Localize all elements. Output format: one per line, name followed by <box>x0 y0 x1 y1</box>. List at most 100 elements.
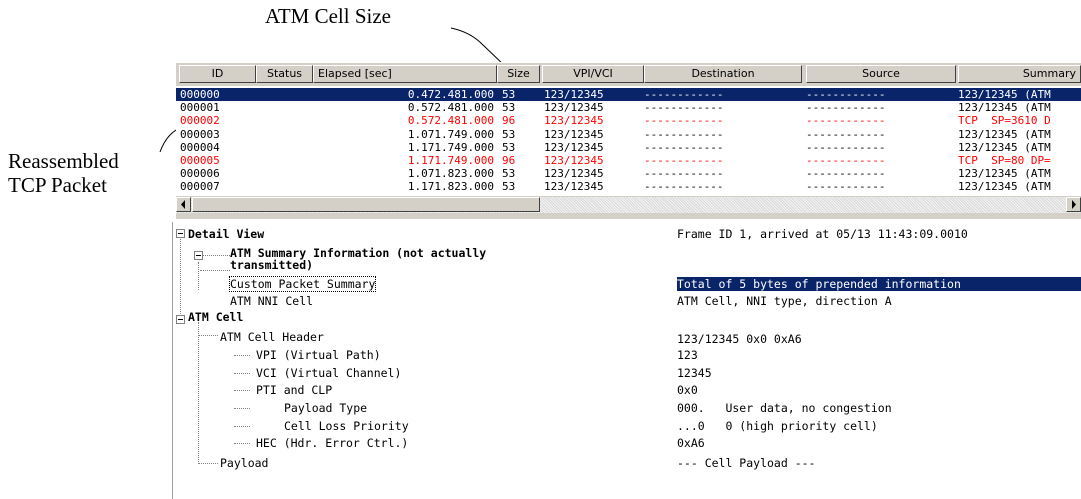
scroll-left-button[interactable] <box>176 197 191 212</box>
cell-dest: ------------ <box>644 140 724 154</box>
horizontal-scrollbar[interactable] <box>176 196 1081 214</box>
cell-vpivci: 123/12345 <box>544 167 604 181</box>
cell-summary: 123/12345 (ATM <box>958 88 1051 101</box>
cell-id: 000000 <box>180 88 220 101</box>
cell-vpivci: 123/12345 <box>544 88 604 101</box>
column-header-size[interactable]: Size <box>497 65 540 83</box>
cell-summary: TCP SP=80 DP= <box>958 154 1051 167</box>
arrow-left-icon <box>181 200 185 209</box>
cell-src: ------------ <box>806 180 886 194</box>
column-header-elapsed[interactable]: Elapsed [sec] <box>313 65 497 83</box>
table-row[interactable]: 000001 0.572.481.000 53 123/12345 ----------… <box>176 101 1081 114</box>
cell-dest: ------------ <box>644 167 724 181</box>
cell-elapsed: 1.071.749.000 <box>407 127 494 141</box>
cell-src: ------------ <box>806 88 886 101</box>
cell-loss-priority-value: ...0 0 (high priority cell) <box>677 419 878 433</box>
cell-id: 000004 <box>180 140 220 154</box>
column-header-destination[interactable]: Destination <box>644 65 802 83</box>
vpi-value: 123 <box>677 348 698 362</box>
column-header-summary[interactable]: Summary <box>958 65 1081 83</box>
cell-size: 53 <box>502 88 516 101</box>
column-header-id[interactable]: ID <box>179 65 256 83</box>
cell-vpivci: 123/12345 <box>544 180 604 194</box>
column-header-row: ID Status Elapsed [sec] Size VPI/VCI Des… <box>176 62 1081 86</box>
cell-id: 000001 <box>180 101 220 115</box>
payload-type-value: 000. User data, no congestion <box>677 401 892 415</box>
tree-item-atm-nni-cell[interactable]: ATM NNI Cell <box>230 294 313 308</box>
cell-size: 53 <box>502 180 516 194</box>
cell-elapsed: 1.171.749.000 <box>407 154 494 167</box>
table-row[interactable]: 000003 1.071.749.000 53 123/12345 ----------… <box>176 128 1081 141</box>
detail-view-value: Frame ID 1, arrived at 05/13 11:43:09.00… <box>677 227 968 241</box>
cell-dest: ------------ <box>644 180 724 194</box>
cell-id: 000002 <box>180 114 220 128</box>
tree-item-detail-view[interactable]: Detail View <box>188 227 264 241</box>
collapse-atm-summary-icon[interactable] <box>194 251 203 260</box>
collapse-atm-cell-icon[interactable] <box>176 315 185 324</box>
cell-dest: ------------ <box>644 127 724 141</box>
atm-cell-header-value: 123/12345 0x0 0xA6 <box>677 332 802 346</box>
scroll-thumb[interactable] <box>192 197 540 212</box>
cell-dest: ------------ <box>644 114 724 128</box>
tree-item-cell-loss-priority[interactable]: Cell Loss Priority <box>284 419 409 433</box>
tree-item-atm-cell[interactable]: ATM Cell <box>188 310 243 324</box>
cell-src: ------------ <box>806 127 886 141</box>
cell-src: ------------ <box>806 154 886 167</box>
cell-vpivci: 123/12345 <box>544 127 604 141</box>
cell-elapsed: 1.171.749.000 <box>407 140 494 154</box>
detail-view-tree: Detail View ATM Summary Information (not… <box>172 222 1081 499</box>
arrow-right-icon <box>1072 200 1076 209</box>
column-header-vpivci[interactable]: VPI/VCI <box>542 65 644 83</box>
cell-dest: ------------ <box>644 88 724 101</box>
custom-summary-value: Total of 5 bytes of prepended informatio… <box>677 277 1081 291</box>
cell-src: ------------ <box>806 167 886 181</box>
cell-size: 53 <box>502 167 516 181</box>
cell-summary: TCP SP=3610 D <box>958 114 1051 128</box>
column-header-source[interactable]: Source <box>806 65 956 83</box>
payload-value: --- Cell Payload --- <box>677 456 816 470</box>
cell-size: 53 <box>502 140 516 154</box>
tree-item-atm-cell-header[interactable]: ATM Cell Header <box>220 330 324 344</box>
table-row[interactable]: 000004 1.171.749.000 53 123/12345 ----------… <box>176 141 1081 154</box>
pane-splitter[interactable] <box>176 213 1081 219</box>
tree-item-atm-summary-cont: transmitted) <box>230 258 314 272</box>
cell-summary: 123/12345 (ATM <box>958 167 1051 181</box>
tree-item-custom-packet-summary[interactable]: Custom Packet Summary <box>228 276 377 292</box>
cell-elapsed: 1.071.823.000 <box>407 167 494 181</box>
cell-id: 000003 <box>180 127 220 141</box>
cell-elapsed: 0.472.481.000 <box>407 88 494 101</box>
table-row[interactable]: 000007 1.171.823.000 53 123/12345 ----------… <box>176 180 1081 193</box>
cell-id: 000007 <box>180 180 220 194</box>
tree-item-vpi[interactable]: VPI (Virtual Path) <box>256 348 381 362</box>
cell-elapsed: 0.572.481.000 <box>407 114 494 128</box>
table-row[interactable]: 000002 0.572.481.000 96 123/12345 ----------… <box>176 114 1081 127</box>
cell-summary: 123/12345 (ATM <box>958 127 1051 141</box>
tree-item-hec[interactable]: HEC (Hdr. Error Ctrl.) <box>256 436 408 450</box>
cell-id: 000005 <box>180 154 220 167</box>
cell-size: 53 <box>502 101 516 115</box>
scroll-right-button[interactable] <box>1066 197 1081 212</box>
tree-item-payload[interactable]: Payload <box>220 456 268 470</box>
cell-summary: 123/12345 (ATM <box>958 140 1051 154</box>
cell-id: 000006 <box>180 167 220 181</box>
vci-value: 12345 <box>677 366 712 380</box>
cell-src: ------------ <box>806 101 886 115</box>
column-header-status[interactable]: Status <box>256 65 313 83</box>
cell-elapsed: 0.572.481.000 <box>407 101 494 115</box>
frame-rows: 000000 0.472.481.000 53 123/12345 ----------… <box>176 88 1081 203</box>
tree-item-pti-clp[interactable]: PTI and CLP <box>256 383 332 397</box>
cell-vpivci: 123/12345 <box>544 101 604 115</box>
table-row[interactable]: 000005 1.171.749.000 96 123/12345 ----------… <box>176 154 1081 167</box>
cell-src: ------------ <box>806 140 886 154</box>
cell-elapsed: 1.171.823.000 <box>407 180 494 194</box>
cell-dest: ------------ <box>644 154 724 167</box>
cell-vpivci: 123/12345 <box>544 140 604 154</box>
tree-item-payload-type[interactable]: Payload Type <box>284 401 367 415</box>
collapse-detail-view-icon[interactable] <box>176 229 185 238</box>
tree-item-vci[interactable]: VCI (Virtual Channel) <box>256 366 401 380</box>
cell-size: 53 <box>502 127 516 141</box>
cell-size: 96 <box>502 154 516 167</box>
cell-size: 96 <box>502 114 516 128</box>
table-row[interactable]: 000006 1.071.823.000 53 123/12345 ----------… <box>176 167 1081 180</box>
table-row[interactable]: 000000 0.472.481.000 53 123/12345 ----------… <box>176 88 1081 101</box>
